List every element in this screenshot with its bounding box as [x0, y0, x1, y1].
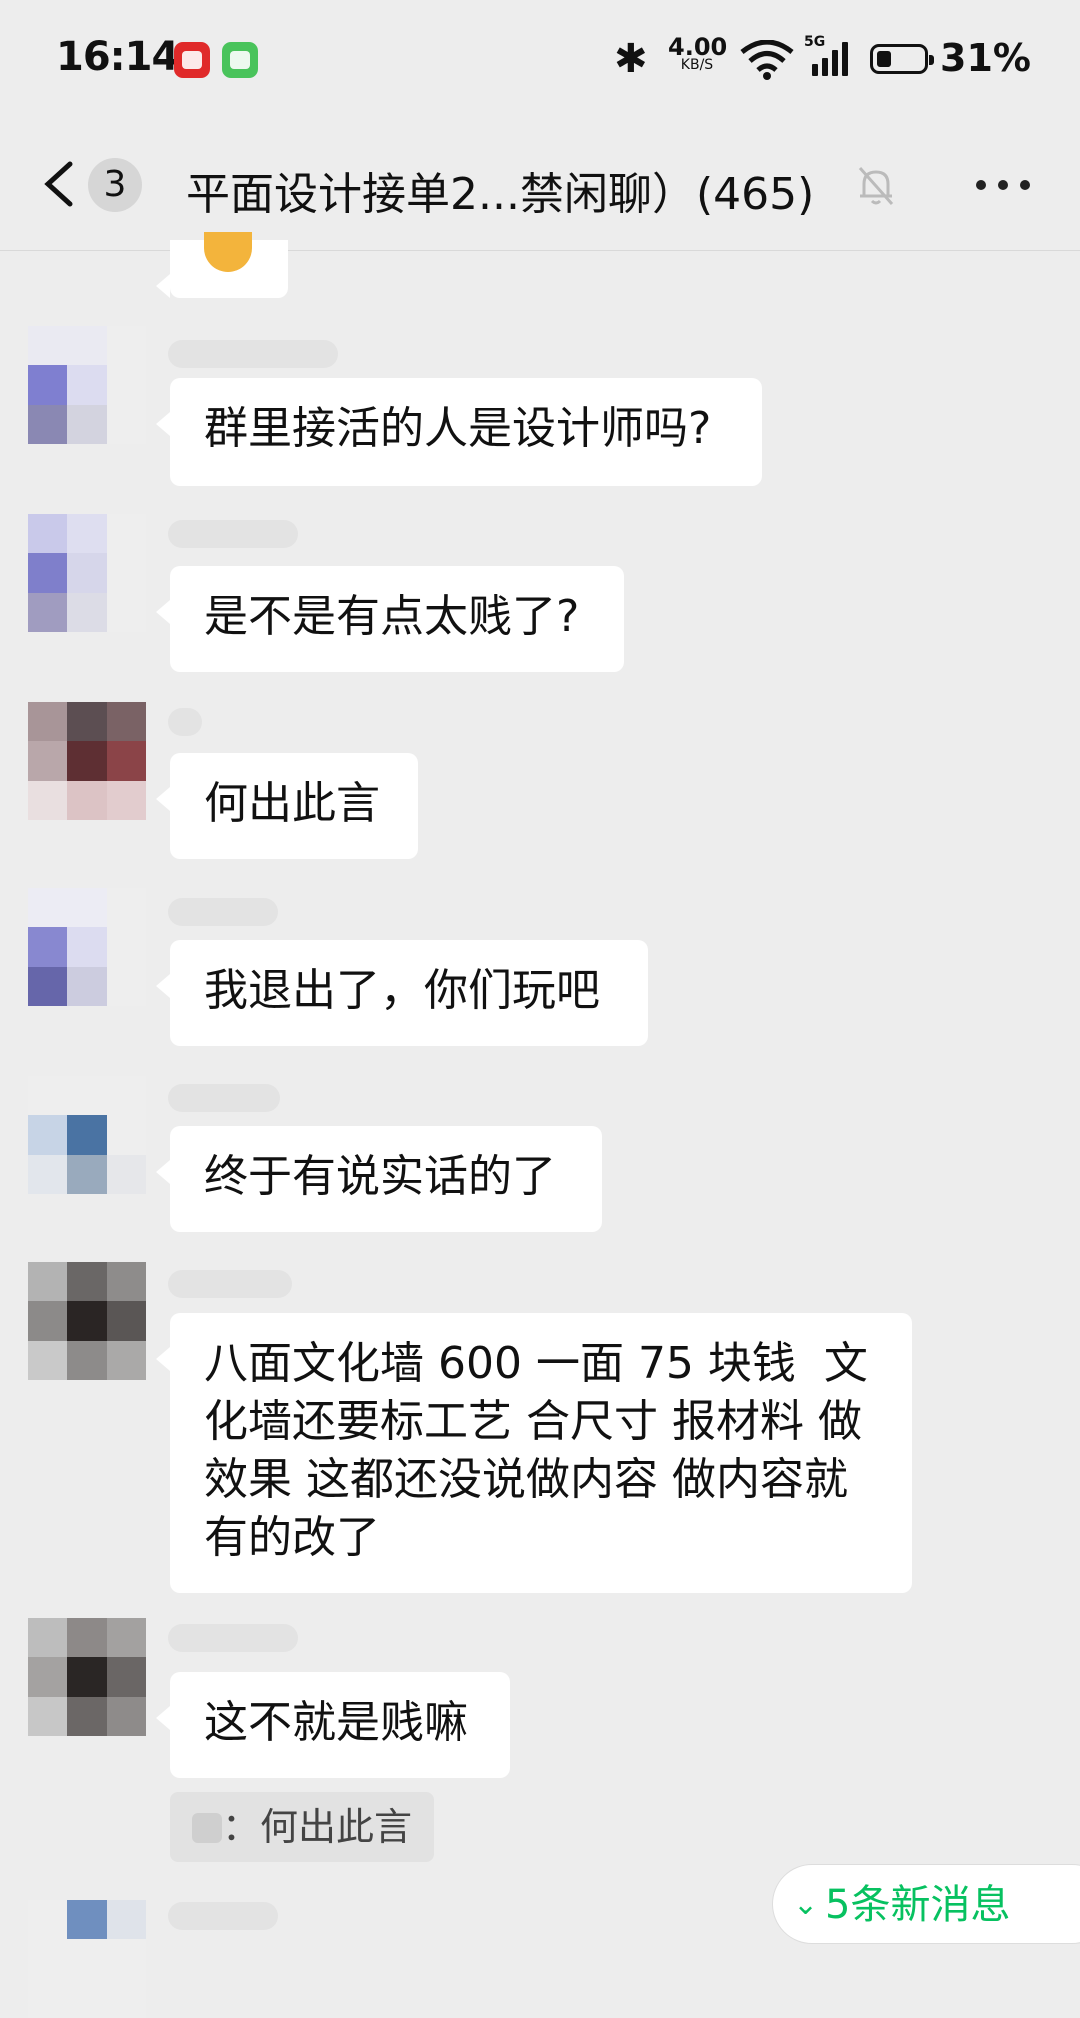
message-bubble[interactable]: 八面文化墙 600 一面 75 块钱 文 化墙还要标工艺 合尺寸 报材料 做 效… [156, 1313, 912, 1593]
sender-nickname [168, 1270, 292, 1298]
speed-value: 4.00 [668, 33, 728, 61]
message-bubble[interactable]: 是不是有点太贱了? [156, 566, 624, 672]
sender-nickname [168, 1624, 298, 1652]
more-icon[interactable] [976, 180, 1032, 192]
sender-nickname [168, 520, 298, 548]
avatar[interactable] [28, 888, 146, 1006]
avatar[interactable] [28, 702, 146, 820]
avatar[interactable] [28, 514, 146, 632]
new-messages-button[interactable]: ⌄ 5条新消息 [772, 1864, 1080, 1944]
message-bubble[interactable]: 群里接活的人是设计师吗? [156, 378, 762, 486]
avatar[interactable] [28, 1618, 146, 1736]
chat-title[interactable]: 平面设计接单2...禁闲聊）(465) [186, 158, 814, 222]
battery-icon [870, 44, 934, 74]
avatar[interactable] [28, 1900, 146, 2018]
sender-nickname [168, 708, 202, 736]
network-speed: 4.00 KB/S [668, 33, 728, 74]
quote-text: ：何出此言 [222, 1805, 413, 1849]
status-bar: 16:14 ✱ 4.00 KB/S 5G 31% [0, 0, 1080, 118]
message-bubble[interactable]: 终于有说实话的了 [156, 1126, 602, 1232]
back-chevron-icon[interactable] [36, 158, 86, 210]
new-messages-label: 5条新消息 [825, 1882, 1011, 1928]
avatar[interactable] [28, 326, 146, 444]
mute-bell-icon [858, 167, 894, 205]
message-bubble[interactable]: 何出此言 [156, 753, 418, 859]
message-app-icon [222, 42, 258, 78]
battery-percent: 31% [940, 36, 1031, 80]
message-bubble[interactable]: 这不就是贱嘛 [156, 1672, 510, 1778]
notification-app-icon [174, 42, 210, 78]
wifi-icon [740, 40, 794, 80]
emoji-icon [204, 232, 252, 272]
sender-nickname [168, 1084, 280, 1112]
sender-nickname [168, 1902, 278, 1930]
chevron-down-icon: ⌄ [793, 1887, 819, 1922]
avatar[interactable] [28, 1076, 146, 1194]
status-time: 16:14 [56, 34, 179, 80]
chat-header: 3 平面设计接单2...禁闲聊）(465) [0, 118, 1080, 251]
emoji-bubble [156, 232, 288, 298]
quote-author-avatar [192, 1813, 222, 1843]
avatar[interactable] [28, 1262, 146, 1380]
unread-count-badge[interactable]: 3 [88, 158, 142, 212]
sender-nickname [168, 340, 338, 368]
quoted-reply[interactable]: ：何出此言 [170, 1792, 435, 1862]
sender-nickname [168, 898, 278, 926]
bluetooth-icon: ✱ [614, 36, 648, 82]
signal-icon [812, 42, 852, 76]
message-bubble[interactable]: 我退出了，你们玩吧 [156, 940, 648, 1046]
